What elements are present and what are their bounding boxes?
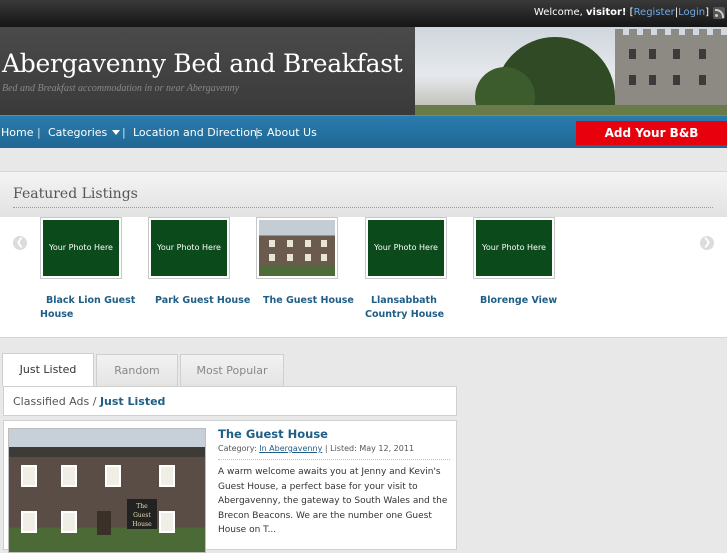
nav-location[interactable]: Location and Directions: [133, 126, 263, 139]
meta-separator: |: [324, 444, 328, 453]
photo-window: [287, 240, 293, 247]
castle-window: [699, 49, 706, 59]
tab-most-popular[interactable]: Most Popular: [180, 354, 284, 386]
featured-thumb-blorenge[interactable]: Your Photo Here: [473, 217, 555, 279]
photo-window: [21, 511, 37, 533]
featured-label-llansabbath[interactable]: Llansabbath Country House: [365, 294, 469, 322]
photo-window: [159, 465, 175, 487]
photo-window: [61, 465, 77, 487]
nav-separator: |: [122, 126, 126, 139]
photo-window: [321, 240, 327, 247]
listing-photo[interactable]: The Guest House: [8, 428, 206, 553]
site-tagline: Bed and Breakfast accommodation in or ne…: [2, 83, 240, 94]
register-link[interactable]: Register: [634, 7, 675, 18]
login-link[interactable]: Login: [678, 7, 705, 18]
nav-categories-label: Categories: [48, 126, 108, 139]
photo-placeholder: Your Photo Here: [151, 220, 227, 276]
guest-house-photo: [259, 220, 335, 276]
featured-label-park[interactable]: Park Guest House: [155, 294, 255, 308]
header-castle-photo: [415, 27, 727, 115]
featured-label-guest-house[interactable]: The Guest House: [263, 294, 363, 308]
welcome-prefix: Welcome,: [533, 7, 583, 18]
photo-window: [287, 254, 293, 261]
breadcrumb-root[interactable]: Classified Ads: [13, 395, 89, 408]
castle-window: [629, 49, 636, 59]
featured-label-blorenge[interactable]: Blorenge View: [480, 294, 580, 308]
castle-window: [649, 49, 656, 59]
castle-window: [699, 75, 706, 85]
site-header: Abergavenny Bed and Breakfast Bed and Br…: [0, 27, 727, 115]
listing-divider: [218, 459, 450, 460]
header-photo-castle: [615, 29, 727, 115]
nav-separator: |: [255, 126, 259, 139]
featured-divider: [13, 207, 713, 208]
photo-placeholder: Your Photo Here: [476, 220, 552, 276]
bracket-close: ]: [705, 7, 709, 18]
photo-window: [105, 465, 121, 487]
photo-placeholder: Your Photo Here: [43, 220, 119, 276]
breadcrumb-separator: /: [92, 395, 97, 408]
castle-window: [673, 49, 680, 59]
castle-window: [629, 75, 636, 85]
rss-icon[interactable]: [713, 7, 725, 19]
photo-window: [269, 254, 275, 261]
breadcrumb-box: Classified Ads / Just Listed: [3, 386, 457, 416]
tab-random[interactable]: Random: [96, 354, 178, 386]
listed-date: Listed: May 12, 2011: [330, 444, 415, 453]
photo-window: [321, 254, 327, 261]
featured-thumb-black-lion[interactable]: Your Photo Here: [40, 217, 122, 279]
featured-title: Featured Listings: [13, 186, 138, 202]
site-title[interactable]: Abergavenny Bed and Breakfast: [2, 49, 403, 78]
add-your-bnb-button[interactable]: Add Your B&B: [576, 121, 727, 145]
username: visitor!: [586, 7, 627, 18]
listing-tabs: Just Listed Random Most Popular: [0, 353, 290, 386]
tab-just-listed[interactable]: Just Listed: [2, 353, 94, 386]
chevron-left-icon[interactable]: ❮: [13, 236, 27, 250]
featured-listings: Featured Listings ❮ ❯ Your Photo Here Yo…: [0, 171, 727, 338]
featured-thumb-llansabbath[interactable]: Your Photo Here: [365, 217, 447, 279]
header-photo-grass: [415, 105, 727, 115]
castle-window: [673, 75, 680, 85]
castle-window: [649, 75, 656, 85]
featured-header: Featured Listings: [0, 172, 727, 217]
listing-item: The Guest House The Guest House Category…: [3, 420, 457, 553]
photo-roof: [9, 447, 205, 457]
category-label: Category:: [218, 444, 257, 453]
featured-thumb-guest-house[interactable]: [256, 217, 338, 279]
photo-placeholder: Your Photo Here: [368, 220, 444, 276]
nav-home[interactable]: Home: [1, 126, 33, 139]
listing-meta: Category: In Abergavenny | Listed: May 1…: [218, 444, 414, 453]
breadcrumb-current: Just Listed: [99, 395, 166, 408]
photo-door: [97, 511, 111, 535]
welcome-message: Welcome, visitor! [Register|Login]: [534, 7, 709, 18]
top-bar: Welcome, visitor! [Register|Login]: [0, 0, 727, 27]
listing-description: A warm welcome awaits you at Jenny and K…: [218, 467, 448, 535]
featured-thumb-park[interactable]: Your Photo Here: [148, 217, 230, 279]
photo-window: [21, 465, 37, 487]
featured-label-black-lion[interactable]: Black Lion Guest House: [40, 294, 140, 322]
photo-window: [159, 511, 175, 533]
photo-window: [305, 240, 311, 247]
nav-about[interactable]: About Us: [267, 126, 317, 139]
category-link[interactable]: In Abergavenny: [259, 444, 322, 453]
nav-categories[interactable]: Categories: [48, 126, 121, 139]
nav-separator: |: [37, 126, 41, 139]
chevron-right-icon[interactable]: ❯: [700, 236, 714, 250]
photo-window: [305, 254, 311, 261]
main-nav: Home | Categories | Location and Directi…: [0, 115, 727, 148]
guest-house-sign: The Guest House: [127, 499, 157, 529]
photo-window: [61, 511, 77, 533]
caret-down-icon: [112, 130, 121, 135]
listing-title[interactable]: The Guest House: [218, 427, 328, 441]
breadcrumb: Classified Ads / Just Listed: [13, 395, 165, 408]
photo-window: [269, 240, 275, 247]
